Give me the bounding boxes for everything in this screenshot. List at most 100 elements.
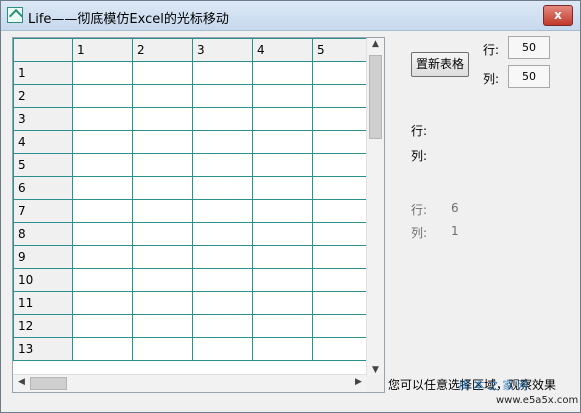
grid-cell[interactable] xyxy=(72,176,133,200)
col-count-field[interactable]: 50 xyxy=(508,65,550,88)
grid-cell[interactable] xyxy=(252,245,313,269)
grid-cell[interactable] xyxy=(312,222,373,246)
grid-cell[interactable] xyxy=(192,130,253,154)
grid-cell[interactable] xyxy=(72,222,133,246)
grid-cell[interactable] xyxy=(312,84,373,108)
grid-cell[interactable] xyxy=(252,268,313,292)
row-header[interactable]: 6 xyxy=(13,176,73,200)
grid-cell[interactable] xyxy=(72,153,133,177)
grid-cell[interactable] xyxy=(132,291,193,315)
grid-cell[interactable] xyxy=(252,176,313,200)
grid-cell[interactable] xyxy=(72,199,133,223)
grid-cell[interactable] xyxy=(132,153,193,177)
current-col-label: 列: xyxy=(411,226,428,240)
grid-cell[interactable] xyxy=(72,314,133,338)
row-header[interactable]: 3 xyxy=(13,107,73,131)
grid-cell[interactable] xyxy=(72,130,133,154)
grid-cell[interactable] xyxy=(72,84,133,108)
spreadsheet-grid[interactable]: 1 2 3 4 5 1 2 3 4 5 6 7 8 9 10 11 12 13 … xyxy=(12,37,385,393)
reset-table-button[interactable]: 置新表格 xyxy=(411,52,469,77)
grid-cell[interactable] xyxy=(192,337,253,361)
grid-cell[interactable] xyxy=(72,268,133,292)
column-header[interactable]: 3 xyxy=(192,38,253,62)
vertical-scroll-thumb[interactable] xyxy=(369,55,382,139)
grid-cell[interactable] xyxy=(192,245,253,269)
grid-cell[interactable] xyxy=(252,61,313,85)
horizontal-scroll-thumb[interactable] xyxy=(30,377,67,390)
grid-cell[interactable] xyxy=(192,176,253,200)
grid-cell[interactable] xyxy=(252,291,313,315)
vertical-scrollbar[interactable]: ▲ ▼ xyxy=(366,38,384,376)
row-header[interactable]: 8 xyxy=(13,222,73,246)
grid-cell[interactable] xyxy=(312,314,373,338)
row-header[interactable]: 11 xyxy=(13,291,73,315)
grid-cell[interactable] xyxy=(312,337,373,361)
grid-cell[interactable] xyxy=(192,222,253,246)
scroll-up-icon[interactable]: ▲ xyxy=(367,39,384,49)
grid-cell[interactable] xyxy=(252,84,313,108)
grid-cell[interactable] xyxy=(252,314,313,338)
grid-cell[interactable] xyxy=(192,153,253,177)
grid-cell[interactable] xyxy=(192,107,253,131)
grid-cell[interactable] xyxy=(252,153,313,177)
row-header[interactable]: 12 xyxy=(13,314,73,338)
column-header[interactable]: 5 xyxy=(312,38,373,62)
grid-cell[interactable] xyxy=(312,176,373,200)
row-header[interactable]: 13 xyxy=(13,337,73,361)
grid-cell[interactable] xyxy=(192,84,253,108)
grid-cell[interactable] xyxy=(312,107,373,131)
row-header[interactable]: 9 xyxy=(13,245,73,269)
grid-cell[interactable] xyxy=(252,130,313,154)
grid-cell[interactable] xyxy=(312,199,373,223)
row-header[interactable]: 5 xyxy=(13,153,73,177)
grid-cell[interactable] xyxy=(312,291,373,315)
scroll-down-icon[interactable]: ▼ xyxy=(367,365,384,375)
corner-cell[interactable] xyxy=(13,38,73,62)
grid-cell[interactable] xyxy=(192,291,253,315)
grid-cell[interactable] xyxy=(192,61,253,85)
grid-cell[interactable] xyxy=(72,291,133,315)
grid-cell[interactable] xyxy=(192,199,253,223)
horizontal-scrollbar[interactable]: ◀ ▶ xyxy=(13,374,367,392)
grid-cell[interactable] xyxy=(132,245,193,269)
grid-cell[interactable] xyxy=(132,199,193,223)
row-header[interactable]: 10 xyxy=(13,268,73,292)
grid-cell[interactable] xyxy=(72,337,133,361)
grid-cell[interactable] xyxy=(192,314,253,338)
grid-cell[interactable] xyxy=(72,107,133,131)
grid-cell[interactable] xyxy=(72,245,133,269)
close-button[interactable]: x xyxy=(543,5,573,26)
grid-cell[interactable] xyxy=(312,130,373,154)
column-header[interactable]: 2 xyxy=(132,38,193,62)
grid-cell[interactable] xyxy=(72,61,133,85)
grid-cell[interactable] xyxy=(312,153,373,177)
grid-cell[interactable] xyxy=(252,107,313,131)
grid-cell[interactable] xyxy=(312,268,373,292)
row-header[interactable]: 4 xyxy=(13,130,73,154)
grid-cell[interactable] xyxy=(132,314,193,338)
current-col-value: 1 xyxy=(451,224,459,238)
grid-cell[interactable] xyxy=(132,176,193,200)
grid-cell[interactable] xyxy=(192,268,253,292)
grid-cell[interactable] xyxy=(252,337,313,361)
row-header[interactable]: 1 xyxy=(13,61,73,85)
grid-cell[interactable] xyxy=(252,199,313,223)
grid-cell[interactable] xyxy=(132,222,193,246)
row-count-field[interactable]: 50 xyxy=(508,36,550,59)
column-header[interactable]: 1 xyxy=(72,38,133,62)
grid-cell[interactable] xyxy=(252,222,313,246)
grid-cell[interactable] xyxy=(312,61,373,85)
row-header[interactable]: 2 xyxy=(13,84,73,108)
grid-cell[interactable] xyxy=(312,245,373,269)
grid-cell[interactable] xyxy=(132,84,193,108)
grid-cell[interactable] xyxy=(132,107,193,131)
row-header[interactable]: 7 xyxy=(13,199,73,223)
grid-cell[interactable] xyxy=(132,337,193,361)
table-row: 2 xyxy=(13,84,373,108)
column-header[interactable]: 4 xyxy=(252,38,313,62)
scroll-left-icon[interactable]: ◀ xyxy=(13,377,30,387)
grid-cell[interactable] xyxy=(132,130,193,154)
scroll-right-icon[interactable]: ▶ xyxy=(350,377,367,387)
grid-cell[interactable] xyxy=(132,268,193,292)
grid-cell[interactable] xyxy=(132,61,193,85)
